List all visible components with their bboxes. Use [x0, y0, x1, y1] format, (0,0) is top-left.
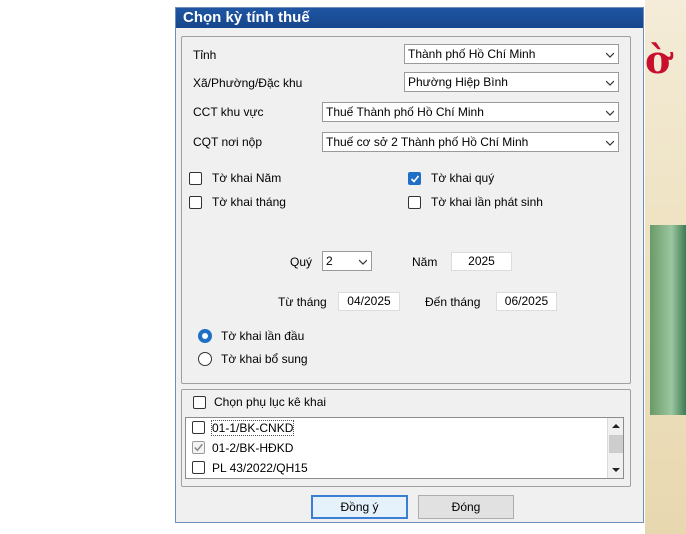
list-item-label: 01-1/BK-CNKD	[210, 420, 295, 436]
chevron-down-icon	[606, 80, 614, 86]
checkbox-to-khai-quy[interactable]	[408, 172, 421, 185]
checkbox-label: Tờ khai lần phát sinh	[431, 195, 543, 209]
dialog-title: Chọn kỳ tính thuế	[176, 8, 643, 28]
list-scrollbar[interactable]	[607, 418, 623, 478]
background-logo-icon: ờ	[645, 37, 671, 82]
ok-button[interactable]: Đồng ý	[311, 495, 408, 519]
appendix-list: 01-1/BK-CNKD 01-2/BK-HĐKD PL 43/2022/QH1…	[185, 417, 624, 479]
chevron-down-icon	[606, 52, 614, 58]
chevron-down-icon	[606, 140, 614, 146]
xa-label: Xã/Phường/Đặc khu	[193, 76, 303, 90]
checkbox-chon-phu-luc[interactable]	[193, 396, 206, 409]
phu-luc-label: Chọn phụ lục kê khai	[214, 395, 327, 409]
quy-select[interactable]: 2	[322, 251, 372, 271]
tinh-value: Thành phố Hồ Chí Minh	[408, 47, 536, 61]
radio-to-khai-bo-sung[interactable]	[198, 352, 212, 366]
scroll-up-button[interactable]	[608, 418, 623, 434]
check-icon	[410, 175, 420, 183]
cqt-label: CQT nơi nộp	[193, 135, 263, 149]
radio-to-khai-lan-dau[interactable]	[198, 329, 212, 343]
list-item[interactable]: PL 43/2022/QH15	[186, 458, 606, 478]
den-thang-label: Đến tháng	[425, 295, 481, 309]
nam-label: Năm	[412, 255, 438, 269]
arrow-up-icon	[612, 424, 620, 428]
scroll-down-button[interactable]	[608, 462, 623, 478]
den-thang-input[interactable]: 06/2025	[496, 292, 557, 311]
cct-select[interactable]: Thuế Thành phố Hồ Chí Minh	[322, 102, 619, 122]
scroll-thumb[interactable]	[609, 435, 623, 453]
cqt-select[interactable]: Thuế cơ sở 2 Thành phố Hồ Chí Minh	[322, 132, 619, 152]
list-item-label: 01-2/BK-HĐKD	[212, 441, 294, 455]
list-item-checkbox[interactable]	[192, 421, 205, 434]
tinh-select[interactable]: Thành phố Hồ Chí Minh	[404, 44, 619, 64]
list-item-checkbox	[192, 441, 205, 454]
checkbox-label: Tờ khai tháng	[212, 195, 286, 209]
checkbox-label: Tờ khai quý	[431, 171, 495, 185]
cqt-value: Thuế cơ sở 2 Thành phố Hồ Chí Minh	[326, 135, 529, 149]
arrow-down-icon	[612, 468, 620, 472]
list-item-label: PL 43/2022/QH15	[212, 461, 308, 475]
list-item-checkbox[interactable]	[192, 461, 205, 474]
xa-value: Phường Hiệp Bình	[408, 75, 508, 89]
list-item[interactable]: 01-1/BK-CNKD	[186, 418, 606, 438]
xa-select[interactable]: Phường Hiệp Bình	[404, 72, 619, 92]
chevron-down-icon	[606, 110, 614, 116]
tu-thang-label: Từ tháng	[278, 295, 327, 309]
check-icon	[194, 443, 203, 452]
chevron-down-icon	[359, 259, 367, 265]
tu-thang-input[interactable]: 04/2025	[338, 292, 400, 311]
nam-input[interactable]: 2025	[451, 252, 512, 271]
quy-value: 2	[326, 254, 333, 268]
cct-value: Thuế Thành phố Hồ Chí Minh	[326, 105, 484, 119]
tinh-label: Tỉnh	[193, 48, 217, 62]
cct-label: CCT khu vực	[193, 105, 264, 119]
radio-label: Tờ khai bổ sung	[221, 352, 308, 366]
tax-period-dialog: Chọn kỳ tính thuế Tỉnh Thành phố Hồ Chí …	[175, 7, 644, 523]
checkbox-to-khai-nam[interactable]	[189, 172, 202, 185]
checkbox-to-khai-lan-phat-sinh[interactable]	[408, 196, 421, 209]
quy-label: Quý	[290, 255, 313, 269]
checkbox-label: Tờ khai Năm	[212, 171, 282, 185]
background-left	[0, 0, 175, 534]
list-item[interactable]: 01-2/BK-HĐKD	[186, 438, 606, 458]
close-button[interactable]: Đóng	[418, 495, 514, 519]
radio-label: Tờ khai lần đầu	[221, 329, 305, 343]
background-building-image	[650, 225, 686, 415]
checkbox-to-khai-thang[interactable]	[189, 196, 202, 209]
